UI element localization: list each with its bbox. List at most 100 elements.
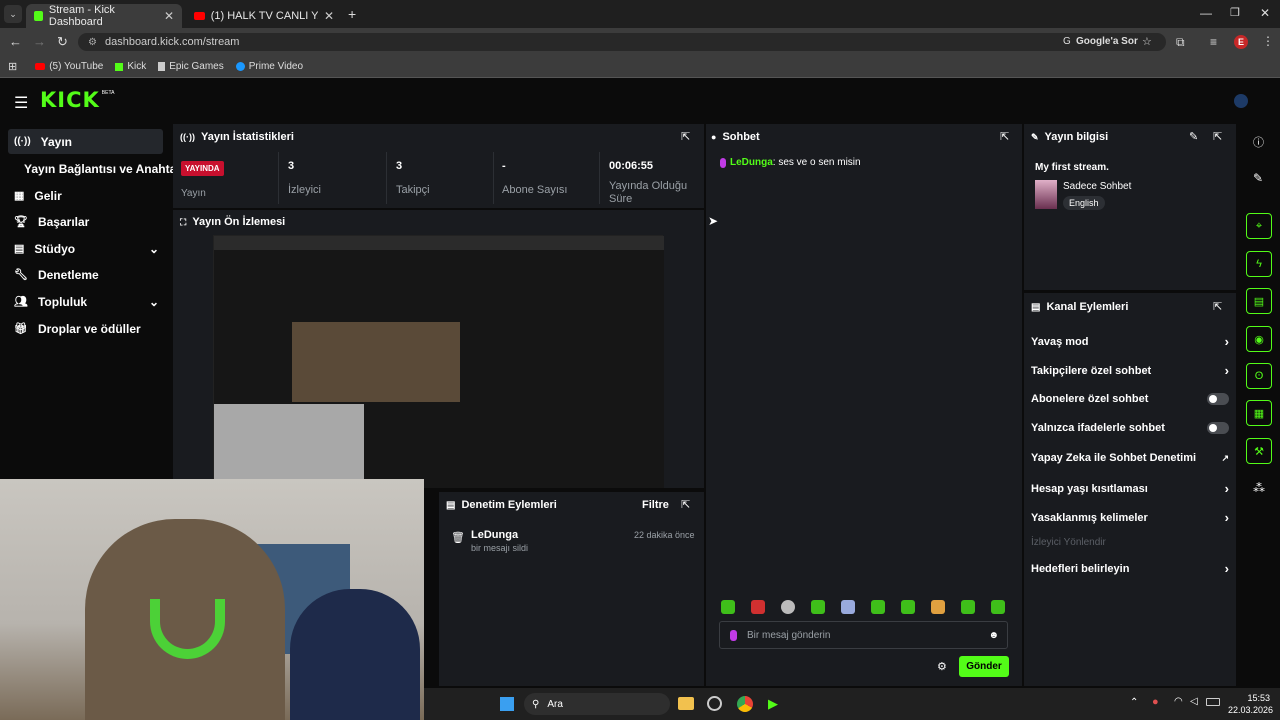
- tray-chevron-icon[interactable]: ⌃: [1130, 697, 1138, 708]
- popout-icon[interactable]: ⇱: [1000, 130, 1009, 143]
- emote-icon[interactable]: [961, 600, 975, 614]
- sidebar-item-denetleme[interactable]: 🔧︎ Denetleme: [8, 262, 163, 287]
- emote-icon[interactable]: [811, 600, 825, 614]
- action-goals[interactable]: Hedefleri belirleyin ›: [1031, 561, 1229, 576]
- tab-halk-tv[interactable]: (1) HALK TV CANLI YAYINI | FU... ✕: [186, 4, 342, 28]
- hamburger-menu-icon[interactable]: ☰: [14, 93, 28, 113]
- extensions-icon[interactable]: ⧉: [1176, 35, 1185, 50]
- chrome-icon[interactable]: [737, 696, 753, 712]
- tab-kick-dashboard[interactable]: Stream - Kick Dashboard ✕: [26, 4, 182, 28]
- wrench-icon: 🔧︎: [14, 269, 28, 281]
- tab-list-icon[interactable]: ⌄: [4, 5, 22, 23]
- category-name[interactable]: Sadece Sohbet: [1063, 181, 1131, 192]
- bookmark-epic-games[interactable]: Epic Games: [158, 61, 224, 72]
- emote-icon[interactable]: [901, 600, 915, 614]
- wifi-icon[interactable]: ◠: [1174, 696, 1183, 707]
- stream-title-text: My first stream.: [1035, 162, 1109, 173]
- forward-icon[interactable]: →: [33, 34, 46, 49]
- window-close-icon[interactable]: ✕: [1260, 6, 1270, 20]
- rail-community-icon[interactable]: ⁂: [1253, 481, 1265, 495]
- emote-icon[interactable]: [931, 600, 945, 614]
- bookmark-prime-video[interactable]: Prime Video: [235, 61, 303, 72]
- taskbar-search[interactable]: ⚲ Ara: [524, 693, 670, 715]
- epic-games-icon: [158, 62, 166, 71]
- action-banned-words[interactable]: Yasaklanmış kelimeler ›: [1031, 510, 1229, 525]
- emote-only-toggle[interactable]: [1207, 422, 1229, 434]
- restore-icon[interactable]: ❐: [1230, 6, 1240, 19]
- subscribers-only-toggle[interactable]: [1207, 393, 1229, 405]
- bookmark-star-icon[interactable]: ☆: [1142, 35, 1152, 48]
- action-slow-mode[interactable]: Yavaş mod ›: [1031, 334, 1229, 349]
- emote-icon[interactable]: [751, 600, 765, 614]
- rail-document-icon[interactable]: ▤: [1246, 288, 1272, 314]
- sidebar-item-droplar[interactable]: 🎁︎ Droplar ve ödüller: [8, 316, 163, 341]
- app-icon[interactable]: [707, 696, 722, 711]
- edit-icon[interactable]: ✎: [1253, 171, 1263, 185]
- menu-dots-icon[interactable]: ⋮: [1262, 34, 1274, 48]
- chat-input[interactable]: Bir mesaj gönderin ☻: [719, 621, 1008, 649]
- close-icon[interactable]: ✕: [324, 9, 334, 23]
- address-bar[interactable]: ⚙ dashboard.kick.com/stream G Google'a S…: [78, 33, 1166, 51]
- filter-button[interactable]: Filtre: [642, 499, 669, 511]
- emote-icon[interactable]: [721, 600, 735, 614]
- kick-logo[interactable]: KICK BETA: [40, 88, 114, 112]
- close-icon[interactable]: ✕: [164, 9, 174, 23]
- apps-grid-icon[interactable]: ⊞: [8, 60, 17, 73]
- rail-focus-icon[interactable]: ⌖: [1246, 213, 1272, 239]
- popout-icon[interactable]: ⇱: [681, 130, 690, 143]
- tab-label: Stream - Kick Dashboard: [48, 4, 115, 28]
- chat-settings-icon[interactable]: ⚙: [937, 660, 947, 673]
- edit-icon[interactable]: ✎: [1189, 130, 1198, 143]
- send-button[interactable]: Gönder: [959, 656, 1009, 677]
- kick-app-icon[interactable]: ▶: [768, 696, 778, 712]
- rail-broadcast-icon[interactable]: ʘ: [1246, 363, 1272, 389]
- user-avatar[interactable]: [1234, 94, 1248, 108]
- mod-entry-user[interactable]: LeDunga: [471, 529, 518, 541]
- bookmark-label: Epic Games: [169, 61, 224, 72]
- bookmark-youtube[interactable]: (5) YouTube: [35, 61, 103, 72]
- back-icon[interactable]: ←: [9, 34, 22, 49]
- rail-bolt-icon[interactable]: ϟ: [1246, 251, 1272, 277]
- file-explorer-icon[interactable]: [678, 697, 694, 710]
- sidebar-item-stream-key[interactable]: Yayın Bağlantısı ve Anahtarı: [18, 156, 184, 181]
- info-icon[interactable]: ⓘ: [1253, 134, 1264, 150]
- profile-avatar[interactable]: E: [1234, 35, 1248, 49]
- emote-icon[interactable]: [781, 600, 795, 614]
- reload-icon[interactable]: ↻: [57, 34, 68, 50]
- sidebar-item-basarilar[interactable]: 🏆︎ Başarılar: [8, 209, 163, 234]
- minimize-icon[interactable]: —: [1200, 6, 1212, 20]
- emote-icon[interactable]: [991, 600, 1005, 614]
- popout-icon[interactable]: ⇱: [681, 498, 690, 511]
- stream-preview-video[interactable]: [213, 235, 664, 488]
- media-icon[interactable]: ≡: [1210, 35, 1217, 49]
- emote-icon[interactable]: [841, 600, 855, 614]
- sidebar-item-studyo[interactable]: ▤ Stüdyo ⌄: [8, 236, 163, 261]
- site-info-icon[interactable]: ⚙: [88, 37, 97, 48]
- tray-mic-icon[interactable]: ●: [1152, 696, 1159, 708]
- rail-layout-icon[interactable]: ▦: [1246, 400, 1272, 426]
- sidebar-item-yayin[interactable]: ((·)) Yayın: [8, 129, 163, 154]
- action-followers-only[interactable]: Takipçilere özel sohbet ›: [1031, 363, 1229, 378]
- sidebar-item-gelir[interactable]: ▦ Gelir: [8, 183, 163, 208]
- chevron-right-icon: ›: [1224, 334, 1229, 349]
- new-tab-icon[interactable]: +: [348, 6, 356, 22]
- action-emote-only[interactable]: Yalnızca ifadelerle sohbet: [1031, 422, 1229, 434]
- google-ask-button[interactable]: Google'a Sor: [1076, 36, 1138, 47]
- rail-wrench-icon[interactable]: ⚒: [1246, 438, 1272, 464]
- bookmark-kick[interactable]: Kick: [115, 61, 146, 72]
- action-ai-moderation[interactable]: Yapay Zeka ile Sohbet Denetimi ↗: [1031, 452, 1229, 464]
- popout-icon[interactable]: ⇱: [1213, 300, 1222, 313]
- volume-icon[interactable]: ◁: [1190, 696, 1198, 707]
- clock[interactable]: 15:53 22.03.2026: [1228, 692, 1273, 716]
- battery-icon[interactable]: [1206, 698, 1220, 706]
- action-account-age[interactable]: Hesap yaşı kısıtlaması ›: [1031, 481, 1229, 496]
- rail-chat-icon[interactable]: ◉: [1246, 326, 1272, 352]
- popout-icon[interactable]: ⇱: [1213, 130, 1222, 143]
- emote-icon[interactable]: [871, 600, 885, 614]
- chat-username[interactable]: LeDunga: [730, 157, 773, 168]
- emoji-icon[interactable]: ☻: [988, 630, 999, 641]
- start-icon[interactable]: [500, 697, 514, 711]
- action-subscribers-only[interactable]: Abonelere özel sohbet: [1031, 393, 1229, 405]
- sidebar-item-label: Topluluk: [37, 294, 88, 309]
- sidebar-item-topluluk[interactable]: 👥︎ Topluluk ⌄: [8, 289, 163, 314]
